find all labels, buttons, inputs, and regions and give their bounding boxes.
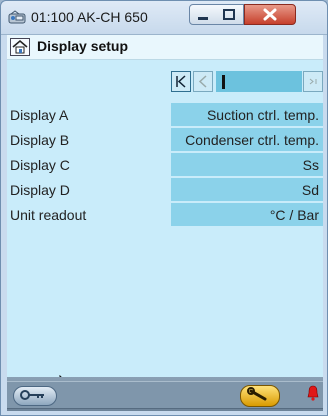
display-b-label: Display B <box>10 132 70 148</box>
home-button[interactable] <box>10 38 30 56</box>
minimize-button[interactable] <box>189 4 217 25</box>
display-d-value[interactable]: Sd <box>171 178 323 202</box>
page-title: Display setup <box>37 38 129 54</box>
display-c-value[interactable]: Ss <box>171 153 323 177</box>
display-d-label: Display D <box>10 182 70 198</box>
display-a-value[interactable]: Suction ctrl. temp. <box>171 103 323 127</box>
next-page-icon <box>309 78 317 85</box>
title-bar[interactable]: 01:100 AK-CH 650 <box>1 1 327 35</box>
text-caret <box>222 75 225 89</box>
service-tool-button[interactable] <box>240 385 280 407</box>
previous-page-icon <box>198 75 207 88</box>
login-button[interactable] <box>13 386 57 406</box>
home-icon <box>12 39 28 54</box>
maximize-button[interactable] <box>216 4 244 25</box>
unit-readout-label: Unit readout <box>10 207 87 223</box>
client-area: Display setup Display A Suction ctrl. te… <box>7 35 323 411</box>
display-c-label: Display C <box>10 157 70 173</box>
record-pager <box>171 71 323 92</box>
first-page-icon <box>176 75 186 88</box>
maximize-icon <box>223 9 235 20</box>
wrench-icon <box>247 387 267 401</box>
close-button[interactable] <box>244 4 296 25</box>
login-key-icon <box>20 390 44 400</box>
app-window: 01:100 AK-CH 650 Display setup Display A… <box>0 0 328 416</box>
window-title: 01:100 AK-CH 650 <box>31 9 148 25</box>
minimize-icon <box>198 17 208 20</box>
unit-readout-value[interactable]: °C / Bar <box>171 203 323 227</box>
page-header: Display setup <box>7 35 323 60</box>
previous-page-button[interactable] <box>193 71 213 92</box>
close-icon <box>263 8 277 21</box>
display-a-label: Display A <box>10 107 69 123</box>
page-input[interactable] <box>216 71 302 92</box>
app-icon <box>8 10 26 24</box>
alarm-bell-icon[interactable] <box>307 385 319 401</box>
bottom-toolbar <box>7 377 323 411</box>
first-page-button[interactable] <box>171 71 191 92</box>
next-page-button[interactable] <box>303 71 323 92</box>
display-b-value[interactable]: Condenser ctrl. temp. <box>171 128 323 152</box>
